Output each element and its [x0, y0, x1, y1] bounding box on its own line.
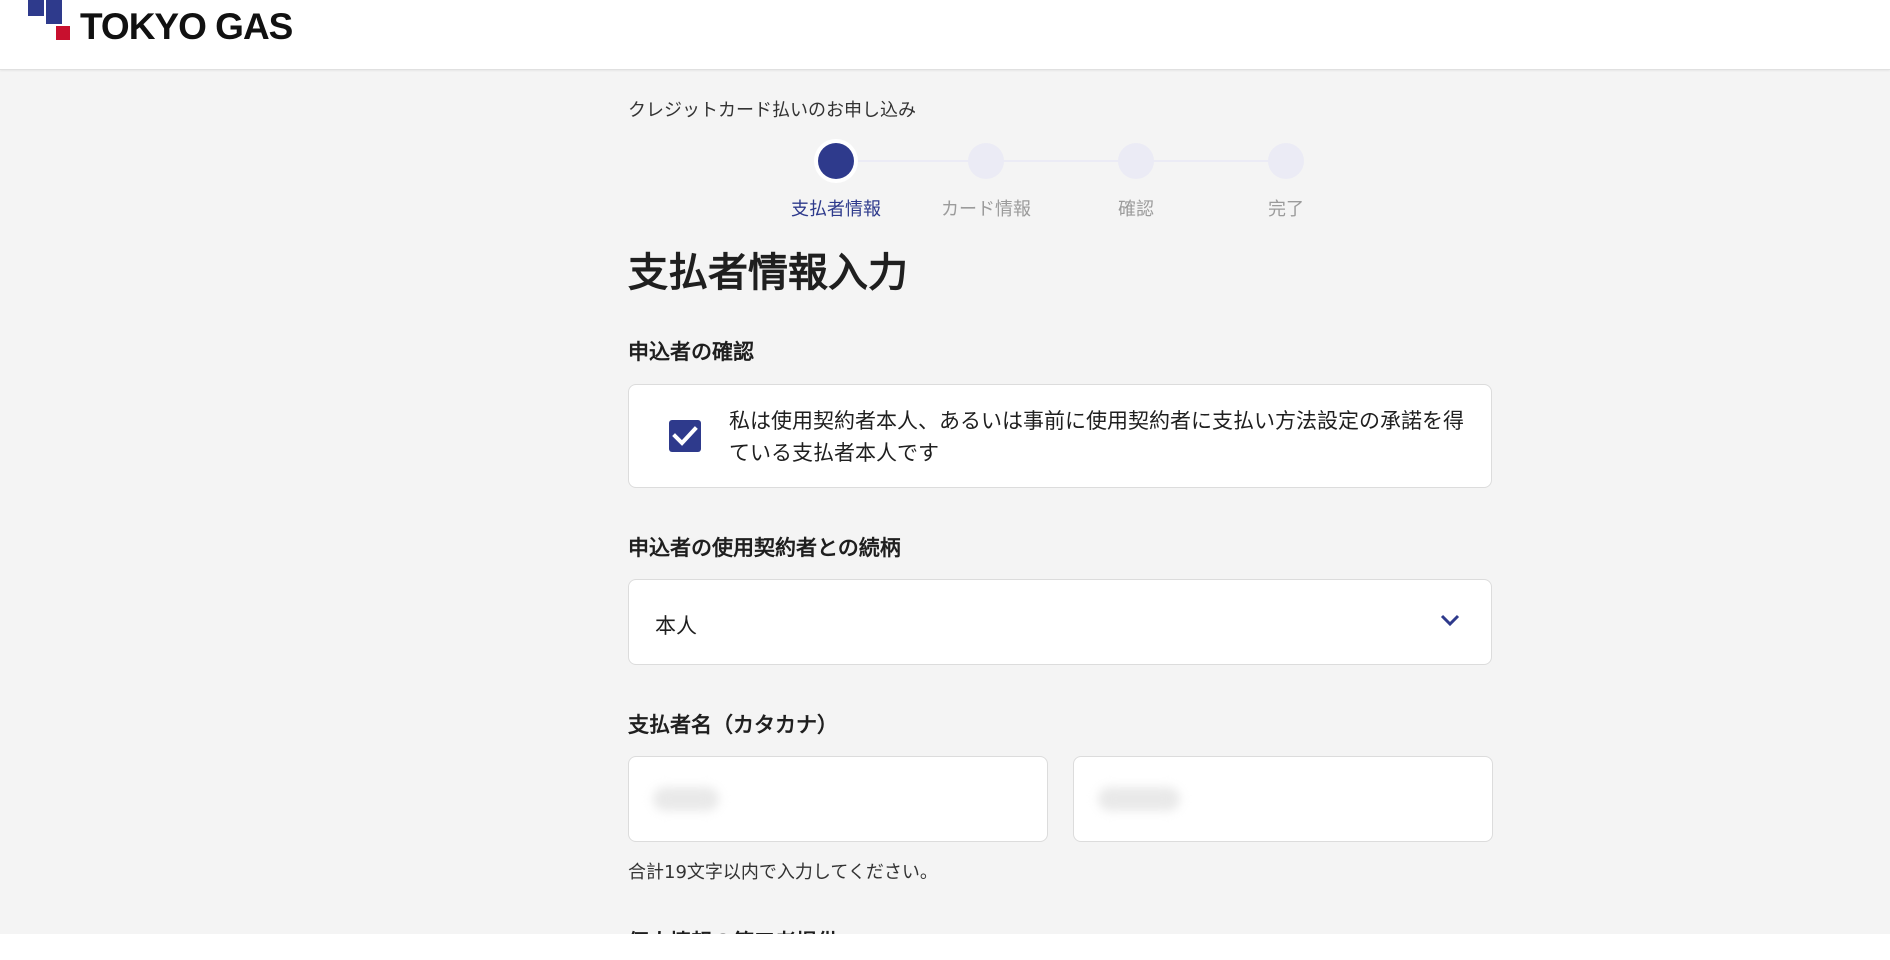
payer-name-hint: 合計19文字以内で入力してください。	[628, 862, 938, 883]
next-section-clip: 個人情報の第三者提供	[628, 918, 1494, 934]
logo-wordmark: TOKYO GAS	[80, 6, 293, 47]
step-label-complete: 完了	[1268, 199, 1304, 220]
redacted-last-name	[653, 787, 719, 811]
payer-first-name-input[interactable]	[1073, 756, 1493, 842]
checkmark-icon	[672, 426, 698, 446]
step-label-card-info: カード情報	[941, 199, 1031, 220]
consent-text[interactable]: 私は使用契約者本人、あるいは事前に使用契約者に支払い方法設定の承諾を得ている支払…	[729, 405, 1469, 469]
bottom-edge	[0, 934, 1890, 960]
page-title: 支払者情報入力	[628, 250, 908, 296]
chevron-down-icon	[1440, 614, 1460, 627]
tokyo-gas-logo-mark-icon	[28, 0, 70, 40]
step-label-confirm: 確認	[1118, 199, 1154, 220]
step-indicator-complete	[1268, 143, 1304, 179]
applicant-confirmation-label: 申込者の確認	[628, 340, 754, 364]
step-label-payer-info: 支払者情報	[791, 199, 881, 220]
applicant-confirmation-card: 私は使用契約者本人、あるいは事前に使用契約者に支払い方法設定の承諾を得ている支払…	[628, 384, 1492, 488]
payer-name-label: 支払者名（カタカナ）	[628, 713, 838, 737]
application-title: クレジットカード払いのお申し込み	[628, 100, 916, 121]
consent-checkbox[interactable]	[669, 420, 701, 452]
redacted-first-name	[1098, 787, 1180, 811]
site-header: TOKYO GAS	[0, 0, 1890, 70]
relationship-selected-value: 本人	[655, 614, 697, 638]
progress-stepper: 支払者情報 カード情報 確認 完了	[628, 143, 1494, 223]
relationship-label: 申込者の使用契約者との続柄	[628, 536, 901, 560]
stepper-track	[839, 160, 1289, 162]
payer-last-name-input[interactable]	[628, 756, 1048, 842]
step-indicator-payer-info	[818, 143, 854, 179]
step-indicator-card-info	[968, 143, 1004, 179]
relationship-select[interactable]: 本人	[628, 579, 1492, 665]
step-indicator-confirm	[1118, 143, 1154, 179]
third-party-provision-label: 個人情報の第三者提供	[628, 926, 838, 934]
